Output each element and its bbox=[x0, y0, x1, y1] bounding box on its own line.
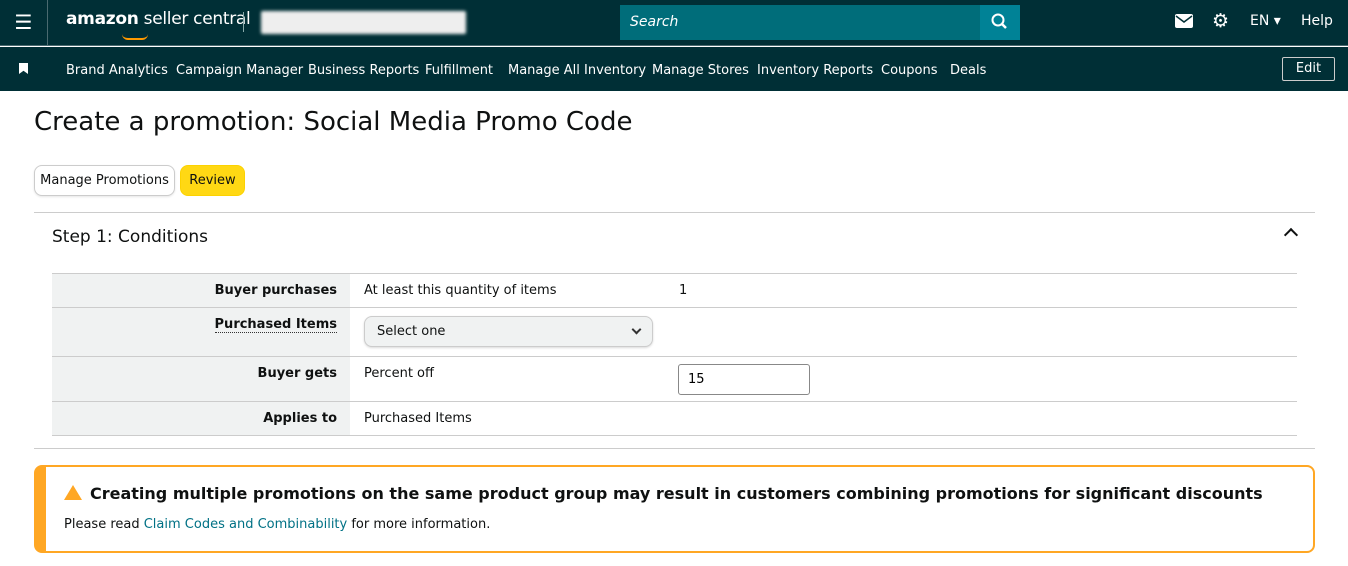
nav-fulfillment[interactable]: Fulfillment bbox=[425, 63, 493, 78]
warning-alert: Creating multiple promotions on the same… bbox=[34, 465, 1315, 553]
row-applies-to: Applies to Purchased Items bbox=[52, 401, 1297, 436]
nav-inventory-reports[interactable]: Inventory Reports bbox=[757, 63, 873, 78]
nav-manage-all-inventory[interactable]: Manage All Inventory bbox=[508, 63, 646, 78]
help-link[interactable]: Help bbox=[1301, 13, 1333, 29]
nav-brand-analytics[interactable]: Brand Analytics bbox=[66, 63, 168, 78]
manage-promotions-button[interactable]: Manage Promotions bbox=[34, 165, 175, 196]
page-title: Create a promotion: Social Media Promo C… bbox=[34, 107, 633, 137]
store-selector[interactable] bbox=[261, 11, 466, 34]
percent-off-input[interactable] bbox=[678, 364, 810, 395]
nav-manage-stores[interactable]: Manage Stores bbox=[652, 63, 749, 78]
step-title: Step 1: Conditions bbox=[52, 227, 209, 247]
edit-button[interactable]: Edit bbox=[1282, 57, 1335, 81]
nav-business-reports[interactable]: Business Reports bbox=[308, 63, 419, 78]
nav-coupons[interactable]: Coupons bbox=[881, 63, 938, 78]
row-buyer-purchases: Buyer purchases At least this quantity o… bbox=[52, 273, 1297, 307]
menu-icon[interactable]: ☰ bbox=[0, 0, 48, 46]
search-input[interactable]: Search bbox=[620, 5, 980, 40]
nav-campaign-manager[interactable]: Campaign Manager bbox=[176, 63, 303, 78]
search-icon bbox=[991, 13, 1007, 29]
nav-deals[interactable]: Deals bbox=[950, 63, 986, 78]
row-purchased-items: Purchased Items Select one bbox=[52, 307, 1297, 356]
claim-codes-link[interactable]: Claim Codes and Combinability bbox=[144, 517, 347, 532]
review-button[interactable]: Review bbox=[180, 165, 245, 196]
top-bar: ☰ amazon seller central Search ⚙ EN ▾ He… bbox=[0, 0, 1348, 46]
search-button[interactable] bbox=[980, 5, 1020, 40]
purchased-items-select[interactable]: Select one bbox=[364, 316, 653, 347]
row-buyer-gets: Buyer gets Percent off bbox=[52, 356, 1297, 401]
logo[interactable]: amazon seller central bbox=[66, 9, 251, 40]
nav-bar: Brand Analytics Campaign Manager Busines… bbox=[0, 47, 1348, 91]
chevron-down-icon bbox=[631, 324, 642, 335]
mail-icon[interactable] bbox=[1175, 14, 1193, 28]
chevron-up-icon[interactable] bbox=[1283, 227, 1299, 243]
language-selector[interactable]: EN ▾ bbox=[1250, 13, 1281, 29]
bookmark-icon[interactable] bbox=[19, 63, 28, 74]
warning-icon bbox=[64, 485, 82, 500]
gear-icon[interactable]: ⚙ bbox=[1212, 10, 1229, 32]
